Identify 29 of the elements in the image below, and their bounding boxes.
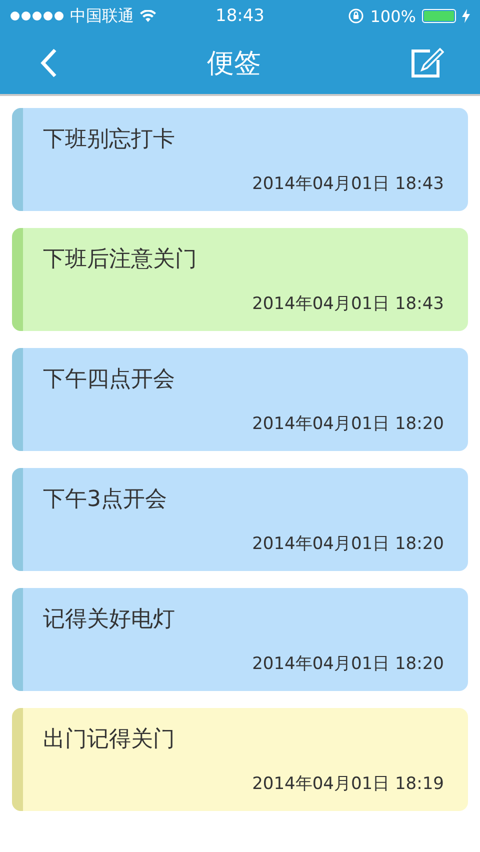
note-title: 记得关好电灯 <box>43 606 175 634</box>
note-date: 2014年04月01日 18:43 <box>252 173 444 195</box>
note-title: 出门记得关门 <box>43 726 175 754</box>
note-card[interactable]: 记得关好电灯 2014年04月01日 18:20 <box>12 588 468 691</box>
signal-icon <box>10 11 64 21</box>
charging-icon <box>462 9 470 23</box>
battery-percent: 100% <box>370 6 416 26</box>
note-card[interactable]: 下班别忘打卡 2014年04月01日 18:43 <box>12 108 468 211</box>
note-card[interactable]: 出门记得关门 2014年04月01日 18:19 <box>12 708 468 811</box>
note-date: 2014年04月01日 18:43 <box>252 293 444 315</box>
note-card[interactable]: 下午四点开会 2014年04月01日 18:20 <box>12 348 468 451</box>
note-date: 2014年04月01日 18:19 <box>252 773 444 795</box>
note-date: 2014年04月01日 18:20 <box>252 413 444 435</box>
note-card[interactable]: 下班后注意关门 2014年04月01日 18:43 <box>12 228 468 331</box>
note-card[interactable]: 下午3点开会 2014年04月01日 18:20 <box>12 468 468 571</box>
page-title: 便签 <box>207 47 261 81</box>
rotation-lock-icon <box>348 8 364 24</box>
wifi-icon <box>140 10 156 22</box>
compose-icon[interactable] <box>410 47 444 79</box>
note-title: 下午四点开会 <box>43 366 175 394</box>
battery-icon <box>422 9 456 23</box>
note-title: 下班别忘打卡 <box>43 126 175 154</box>
back-icon[interactable] <box>40 48 58 78</box>
carrier-name: 中国联通 <box>70 6 134 26</box>
note-title: 下班后注意关门 <box>43 246 197 274</box>
note-date: 2014年04月01日 18:20 <box>252 653 444 675</box>
note-date: 2014年04月01日 18:20 <box>252 533 444 555</box>
note-title: 下午3点开会 <box>43 486 167 514</box>
status-time: 18:43 <box>216 6 264 26</box>
